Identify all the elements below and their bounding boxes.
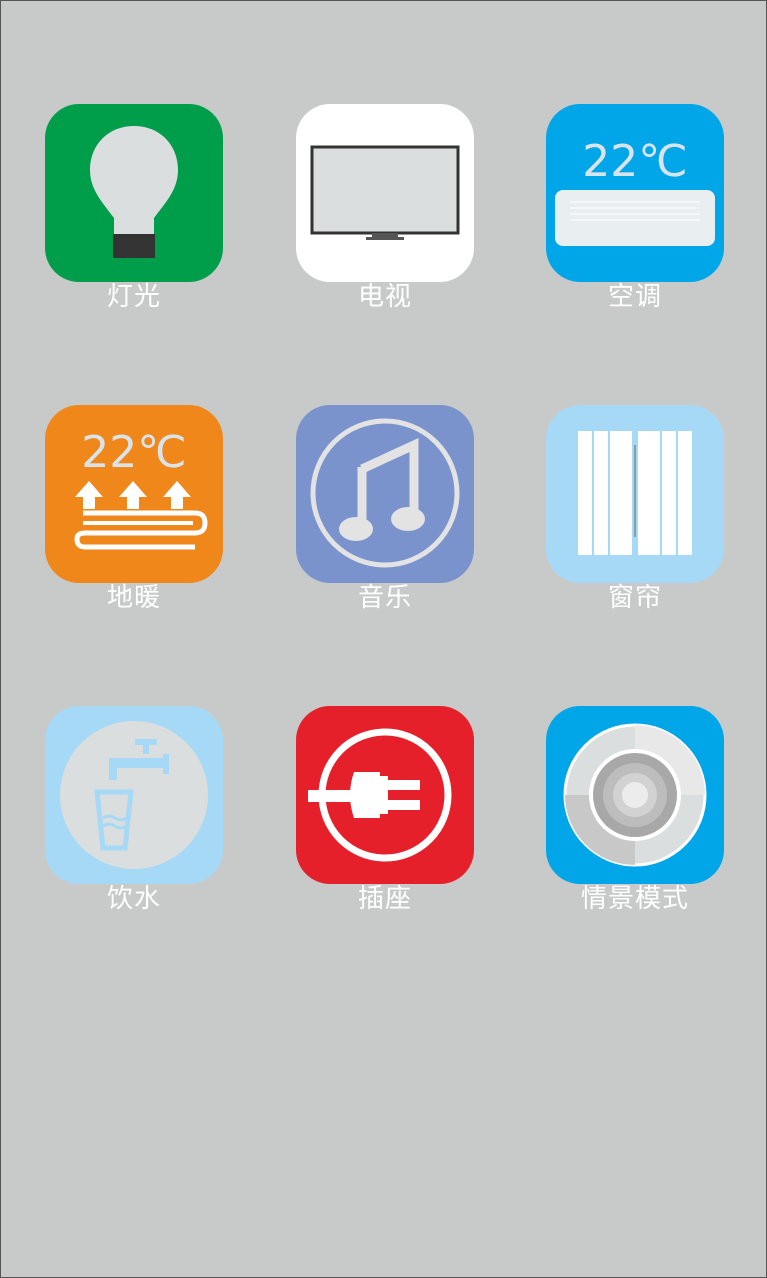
app-label: 音乐 xyxy=(357,583,412,613)
temperature-display: 22℃ xyxy=(81,427,186,478)
app-label: 插座 xyxy=(357,884,412,914)
curtain-icon xyxy=(546,405,724,583)
app-scene-mode[interactable]: 情景模式 xyxy=(546,706,726,926)
app-label: 空调 xyxy=(607,282,662,312)
scene-mode-icon xyxy=(546,706,724,884)
app-label: 窗帘 xyxy=(607,583,662,613)
app-floor-heating[interactable]: 22℃ 地暖 xyxy=(45,405,225,625)
app-air-conditioner[interactable]: 22℃ 空调 xyxy=(546,104,726,324)
app-light[interactable]: 灯光 xyxy=(45,104,225,324)
power-plug-icon xyxy=(296,706,474,884)
tv-icon xyxy=(296,104,474,282)
light-bulb-icon xyxy=(45,104,223,282)
app-label: 灯光 xyxy=(106,282,161,312)
app-tv[interactable]: 电视 xyxy=(296,104,476,324)
app-drinking-water[interactable]: 饮水 xyxy=(45,706,225,926)
app-music[interactable]: 音乐 xyxy=(296,405,476,625)
temperature-display: 22℃ xyxy=(582,136,687,187)
app-socket[interactable]: 插座 xyxy=(296,706,476,926)
app-curtain[interactable]: 窗帘 xyxy=(546,405,726,625)
app-label: 电视 xyxy=(357,282,412,312)
app-label: 地暖 xyxy=(106,583,161,613)
music-note-icon xyxy=(296,405,474,583)
app-label: 情景模式 xyxy=(580,884,689,914)
air-conditioner-icon: 22℃ xyxy=(546,104,724,282)
floor-heating-icon: 22℃ xyxy=(45,405,223,583)
app-label: 饮水 xyxy=(106,884,161,914)
water-tap-cup-icon xyxy=(45,706,223,884)
home-screen: 灯光 电视 22℃ 空调 22℃ 地暖 音乐 窗帘 饮水 插座 情景模式 xyxy=(0,0,767,1278)
